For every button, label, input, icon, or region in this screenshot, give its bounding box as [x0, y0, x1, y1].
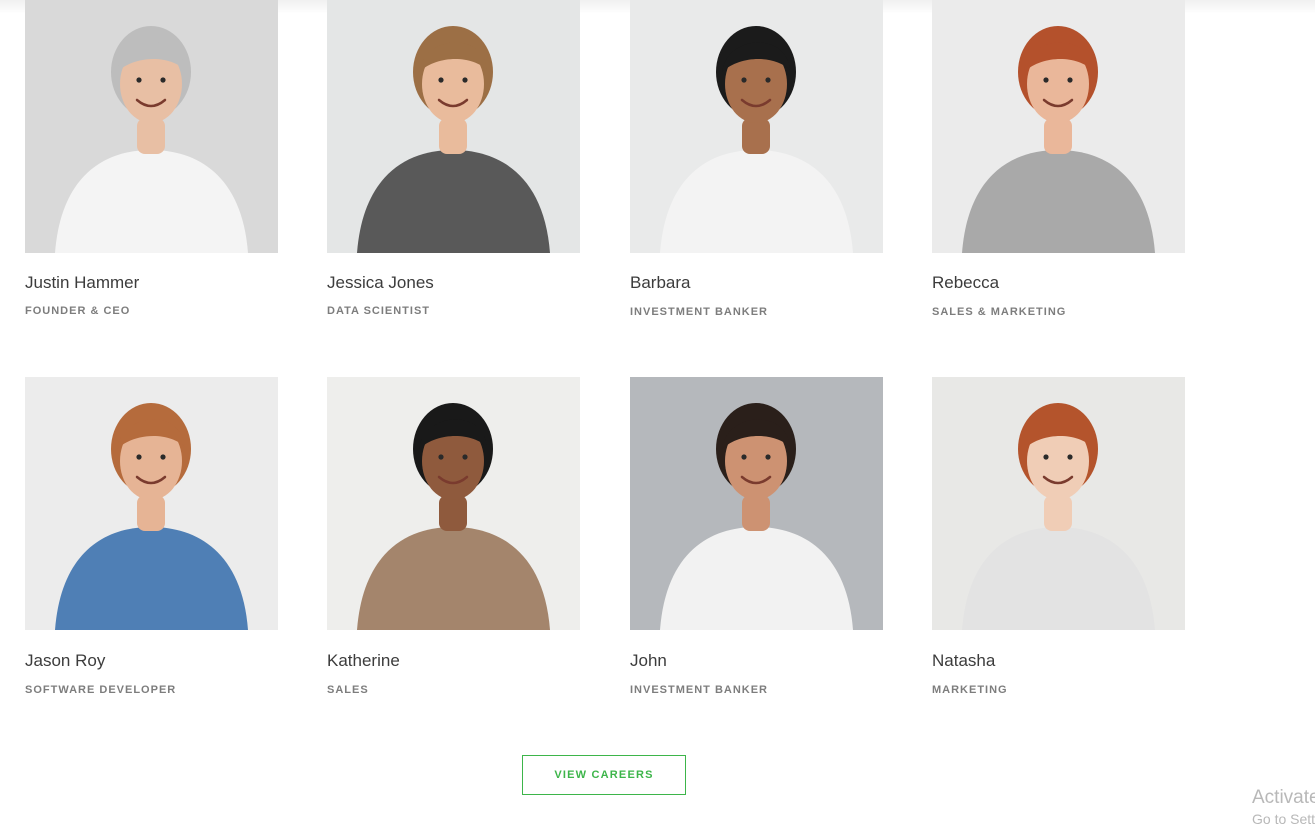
team-card-jessica-jones: Jessica Jones DATA SCIENTIST [327, 0, 580, 317]
team-member-name: Katherine [327, 651, 400, 670]
team-member-role: MARKETING [932, 684, 1008, 696]
portrait-image [25, 0, 278, 253]
team-member-name: Barbara [630, 273, 691, 292]
portrait-image [25, 377, 278, 630]
view-careers-button[interactable]: VIEW CAREERS [522, 755, 686, 795]
team-member-name: Natasha [932, 651, 996, 670]
portrait-image [630, 0, 883, 253]
team-photo [327, 0, 580, 253]
team-card-barbara: Barbara INVESTMENT BANKER [630, 0, 883, 318]
watermark-subtitle: Go to Settings [1252, 811, 1315, 827]
team-member-name: John [630, 651, 667, 670]
windows-activation-watermark: Activate Go to Settings [1252, 786, 1315, 828]
team-member-role: INVESTMENT BANKER [630, 684, 769, 696]
team-member-role: SALES & MARKETING [932, 306, 1067, 318]
portrait-image [932, 0, 1185, 253]
team-photo [630, 0, 883, 253]
team-photo [25, 0, 278, 253]
team-member-name: Rebecca [932, 273, 1000, 292]
team-photo [932, 0, 1185, 253]
team-member-name: Justin Hammer [25, 273, 140, 292]
team-photo [327, 377, 580, 630]
team-card-natasha: Natasha MARKETING [932, 377, 1185, 696]
team-photo [630, 377, 883, 630]
portrait-image [327, 0, 580, 253]
team-member-name: Jessica Jones [327, 273, 434, 292]
portrait-image [630, 377, 883, 630]
team-card-justin-hammer: Justin Hammer FOUNDER & CEO [25, 0, 278, 317]
watermark-title: Activate [1252, 787, 1315, 808]
portrait-image [932, 377, 1185, 630]
team-member-role: FOUNDER & CEO [25, 305, 131, 317]
team-card-john: John INVESTMENT BANKER [630, 377, 883, 696]
team-card-rebecca: Rebecca SALES & MARKETING [932, 0, 1185, 318]
team-member-role: SOFTWARE DEVELOPER [25, 684, 177, 696]
team-card-katherine: Katherine SALES [327, 377, 580, 696]
portrait-image [327, 377, 580, 630]
team-section: Justin Hammer FOUNDER & CEO Jessica Jone… [0, 0, 1315, 836]
team-photo [25, 377, 278, 630]
team-photo [932, 377, 1185, 630]
team-card-jason-roy: Jason Roy SOFTWARE DEVELOPER [25, 377, 278, 696]
team-member-role: SALES [327, 684, 369, 696]
team-member-role: DATA SCIENTIST [327, 305, 431, 317]
team-member-name: Jason Roy [25, 651, 106, 670]
team-member-role: INVESTMENT BANKER [630, 306, 769, 318]
